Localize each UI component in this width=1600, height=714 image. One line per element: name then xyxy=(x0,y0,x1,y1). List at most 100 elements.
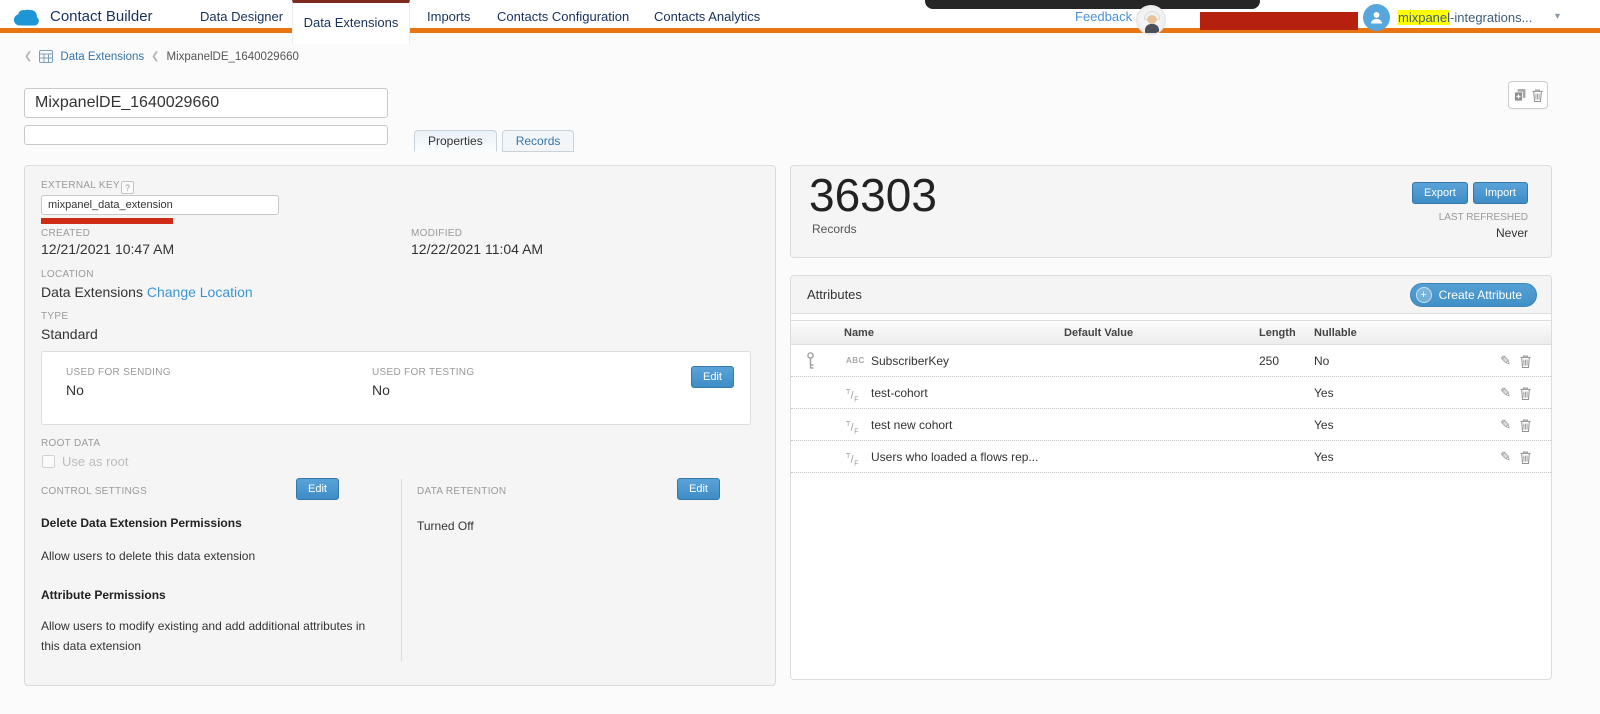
external-key-label: EXTERNAL KEY xyxy=(41,180,120,191)
last-refreshed-value: Never xyxy=(1496,226,1528,240)
data-extension-grid-icon xyxy=(39,50,53,63)
create-attribute-button[interactable]: + Create Attribute xyxy=(1410,283,1537,307)
boolean-type-icon: T/F xyxy=(846,441,859,480)
created-label: CREATED xyxy=(41,228,90,239)
control-settings-label: CONTROL SETTINGS xyxy=(41,486,147,497)
used-for-testing-value: No xyxy=(372,382,390,398)
attribute-permissions-desc: Allow users to modify existing and add a… xyxy=(41,616,375,657)
help-icon[interactable]: ? xyxy=(121,181,134,194)
edit-attribute-icon[interactable]: ✎ xyxy=(1500,449,1511,465)
records-summary-card: 36303 Records Export Import LAST REFRESH… xyxy=(790,165,1552,258)
location-label: LOCATION xyxy=(41,269,94,280)
edit-attribute-icon[interactable]: ✎ xyxy=(1500,385,1511,401)
row-actions: ✎ xyxy=(1500,409,1531,441)
attribute-row: T/F Users who loaded a flows rep... Yes … xyxy=(791,441,1551,473)
modified-value: 12/22/2021 11:04 AM xyxy=(411,241,543,257)
nav-item-data-extensions[interactable]: Data Extensions xyxy=(292,0,410,44)
text-type-icon: ABC xyxy=(846,345,865,377)
attributes-header: Attributes + Create Attribute xyxy=(791,276,1551,314)
row-actions: ✎ xyxy=(1500,377,1531,409)
type-label: TYPE xyxy=(41,311,68,322)
delete-attribute-icon[interactable] xyxy=(1520,355,1531,368)
location-text: Data Extensions xyxy=(41,284,143,300)
use-as-root-label: Use as root xyxy=(62,454,128,469)
breadcrumb: ❮ Data Extensions ❮ MixpanelDE_164002966… xyxy=(24,50,299,63)
user-menu-caret-icon[interactable]: ▾ xyxy=(1555,11,1560,22)
col-length: Length xyxy=(1259,321,1296,346)
attribute-length: 250 xyxy=(1259,345,1279,377)
cloud-logo-icon xyxy=(12,7,42,27)
last-refreshed-label: LAST REFRESHED xyxy=(1439,212,1528,223)
records-label: Records xyxy=(812,222,857,236)
nav-item-imports[interactable]: Imports xyxy=(427,0,470,33)
chevron-left-icon: ❮ xyxy=(151,51,159,62)
import-button[interactable]: Import xyxy=(1473,182,1528,204)
delete-attribute-icon[interactable] xyxy=(1520,451,1531,464)
copy-icon[interactable] xyxy=(1513,88,1527,102)
root-data-label: ROOT DATA xyxy=(41,438,100,449)
sending-settings-card: USED FOR SENDING No USED FOR TESTING No … xyxy=(41,351,751,425)
edit-attribute-icon[interactable]: ✎ xyxy=(1500,353,1511,369)
attribute-nullable: Yes xyxy=(1314,409,1334,441)
used-for-sending-value: No xyxy=(66,382,84,398)
nav-item-data-designer[interactable]: Data Designer xyxy=(200,0,283,33)
export-button[interactable]: Export xyxy=(1412,182,1468,204)
delete-permissions-title: Delete Data Extension Permissions xyxy=(41,516,242,530)
tab-records[interactable]: Records xyxy=(502,130,575,152)
user-name-rest: -integrations... xyxy=(1450,10,1532,25)
attribute-permissions-title: Attribute Permissions xyxy=(41,588,166,602)
chevron-left-icon[interactable]: ❮ xyxy=(24,51,32,62)
delete-permissions-desc: Allow users to delete this data extensio… xyxy=(41,546,255,566)
records-buttons: Export Import xyxy=(1412,182,1528,204)
delete-icon[interactable] xyxy=(1532,89,1543,102)
redaction-box-red xyxy=(1200,12,1358,30)
attribute-nullable: No xyxy=(1314,345,1329,377)
character-body xyxy=(1145,24,1159,33)
row-actions: ✎ xyxy=(1500,441,1531,473)
attributes-table-header: Name Default Value Length Nullable xyxy=(791,320,1551,345)
breadcrumb-data-extensions-link[interactable]: Data Extensions xyxy=(60,51,144,63)
delete-attribute-icon[interactable] xyxy=(1520,419,1531,432)
edit-attribute-icon[interactable]: ✎ xyxy=(1500,417,1511,433)
redaction-box-black xyxy=(925,0,1260,9)
use-as-root-checkbox[interactable] xyxy=(42,455,55,468)
col-name: Name xyxy=(844,321,874,346)
change-location-link[interactable]: Change Location xyxy=(147,284,253,300)
data-retention-value: Turned Off xyxy=(417,516,474,536)
assistant-character-icon[interactable] xyxy=(1136,5,1166,35)
user-menu[interactable]: mixpanel-integrations... xyxy=(1398,10,1532,25)
tab-properties[interactable]: Properties xyxy=(414,130,497,152)
de-description-input[interactable] xyxy=(24,125,388,145)
attribute-nullable: Yes xyxy=(1314,441,1334,473)
nav-item-contacts-analytics[interactable]: Contacts Analytics xyxy=(654,0,760,33)
used-for-sending-label: USED FOR SENDING xyxy=(66,367,171,378)
data-retention-label: DATA RETENTION xyxy=(417,486,506,497)
de-actions-toolbar xyxy=(1508,81,1548,109)
settings-divider xyxy=(401,479,402,661)
properties-panel: EXTERNAL KEY ? CREATED 12/21/2021 10:47 … xyxy=(24,165,776,686)
user-avatar[interactable] xyxy=(1363,4,1390,31)
feedback-link[interactable]: Feedback xyxy=(1075,9,1132,24)
contact-builder-page: Contact Builder Data Designer Data Exten… xyxy=(0,0,1600,714)
create-attribute-label: Create Attribute xyxy=(1439,288,1522,302)
plus-icon: + xyxy=(1416,287,1432,303)
external-key-input[interactable] xyxy=(41,195,279,215)
col-default-value: Default Value xyxy=(1064,321,1133,346)
edit-data-retention-button[interactable]: Edit xyxy=(677,478,720,500)
nav-item-contacts-configuration[interactable]: Contacts Configuration xyxy=(497,0,629,33)
attribute-row: ABC SubscriberKey 250 No ✎ xyxy=(791,345,1551,377)
edit-control-settings-button[interactable]: Edit xyxy=(296,478,339,500)
modified-label: MODIFIED xyxy=(411,228,462,239)
used-for-testing-label: USED FOR TESTING xyxy=(372,367,474,378)
app-brand[interactable]: Contact Builder xyxy=(12,0,153,33)
view-tabs: Properties Records xyxy=(414,130,574,152)
de-name-input[interactable] xyxy=(24,88,388,118)
row-actions: ✎ xyxy=(1500,345,1531,377)
location-value: Data Extensions Change Location xyxy=(41,284,253,300)
top-navigation-bar: Contact Builder Data Designer Data Exten… xyxy=(0,0,1600,33)
delete-attribute-icon[interactable] xyxy=(1520,387,1531,400)
edit-sending-button[interactable]: Edit xyxy=(691,366,734,388)
records-count: 36303 xyxy=(809,168,937,222)
col-nullable: Nullable xyxy=(1314,321,1357,346)
attribute-name: test new cohort xyxy=(871,409,952,441)
